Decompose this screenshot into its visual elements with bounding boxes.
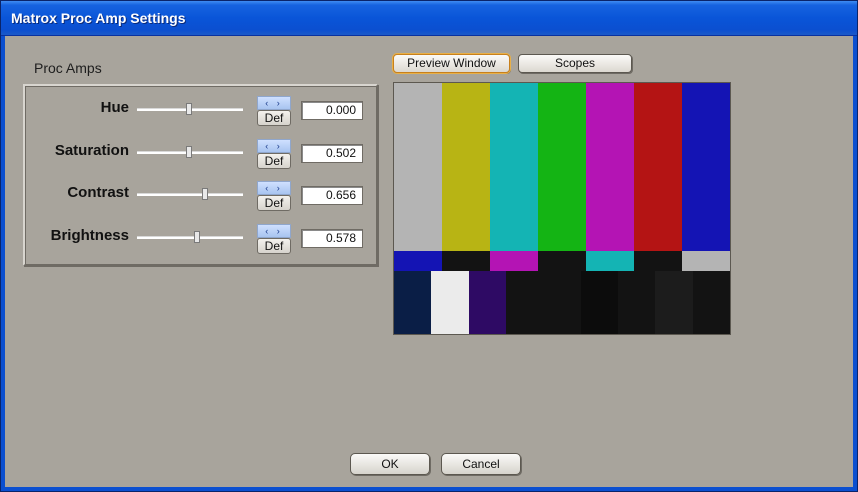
- preview-window: [393, 82, 731, 335]
- value-field[interactable]: 0.656: [301, 186, 363, 205]
- slider-thumb[interactable]: [194, 231, 200, 243]
- spin-arrows-icon[interactable]: ‹ ›: [257, 224, 291, 238]
- window-title: Matrox Proc Amp Settings: [11, 10, 186, 26]
- title-bar[interactable]: Matrox Proc Amp Settings: [1, 1, 857, 36]
- proc-amp-label: Brightness: [50, 227, 129, 244]
- value-field[interactable]: 0.502: [301, 144, 363, 163]
- pluge-bar-8: [655, 271, 693, 334]
- color-bar-4: [538, 83, 586, 251]
- pluge-bar-3: [469, 271, 506, 334]
- pluge-bar-9: [693, 271, 730, 334]
- color-bar-5: [586, 83, 634, 251]
- castellation-bar-5: [586, 251, 634, 271]
- scopes-button[interactable]: Scopes: [518, 54, 632, 73]
- spin-arrows-icon[interactable]: ‹ ›: [257, 139, 291, 153]
- proc-amp-row-brightness: Brightness ‹ › Def 0.578: [1, 222, 381, 254]
- default-button[interactable]: Def: [257, 195, 291, 211]
- proc-amp-dialog: Matrox Proc Amp Settings Proc Amps Hue ‹ …: [0, 0, 858, 492]
- default-button[interactable]: Def: [257, 110, 291, 126]
- spin-arrows-icon[interactable]: ‹ ›: [257, 181, 291, 195]
- castellation-bar-4: [538, 251, 586, 271]
- pluge-bar-2: [431, 271, 469, 334]
- default-button[interactable]: Def: [257, 153, 291, 169]
- cancel-button[interactable]: Cancel: [441, 453, 521, 475]
- color-bar-1: [394, 83, 442, 251]
- preview-window-button[interactable]: Preview Window: [393, 54, 510, 73]
- slider-thumb[interactable]: [186, 103, 192, 115]
- pluge-bar-7: [618, 271, 655, 334]
- proc-amp-row-saturation: Saturation ‹ › Def 0.502: [1, 137, 381, 169]
- ok-button[interactable]: OK: [350, 453, 430, 475]
- proc-amp-row-hue: Hue ‹ › Def 0.000: [1, 94, 381, 126]
- proc-amp-label: Contrast: [67, 184, 129, 201]
- slider-thumb[interactable]: [202, 188, 208, 200]
- proc-amp-row-contrast: Contrast ‹ › Def 0.656: [1, 179, 381, 211]
- pluge-bar-4: [506, 271, 543, 334]
- pluge-bar-6: [581, 271, 618, 334]
- castellation-bar-2: [442, 251, 490, 271]
- castellation-bar-1: [394, 251, 442, 271]
- castellation-bar-7: [682, 251, 730, 271]
- castellation-bar-6: [634, 251, 682, 271]
- slider-track[interactable]: [137, 236, 243, 239]
- slider-track[interactable]: [137, 193, 243, 196]
- spin-arrows-icon[interactable]: ‹ ›: [257, 96, 291, 110]
- value-field[interactable]: 0.578: [301, 229, 363, 248]
- pluge-bar-1: [394, 271, 431, 334]
- color-bar-3: [490, 83, 538, 251]
- slider-thumb[interactable]: [186, 146, 192, 158]
- proc-amps-group-label: Proc Amps: [34, 60, 102, 76]
- color-bar-2: [442, 83, 490, 251]
- color-bar-7: [682, 83, 730, 251]
- proc-amp-label: Saturation: [54, 142, 129, 159]
- proc-amp-label: Hue: [100, 99, 129, 116]
- default-button[interactable]: Def: [257, 238, 291, 254]
- color-bar-6: [634, 83, 682, 251]
- castellation-bar-3: [490, 251, 538, 271]
- pluge-bar-5: [543, 271, 581, 334]
- value-field[interactable]: 0.000: [301, 101, 363, 120]
